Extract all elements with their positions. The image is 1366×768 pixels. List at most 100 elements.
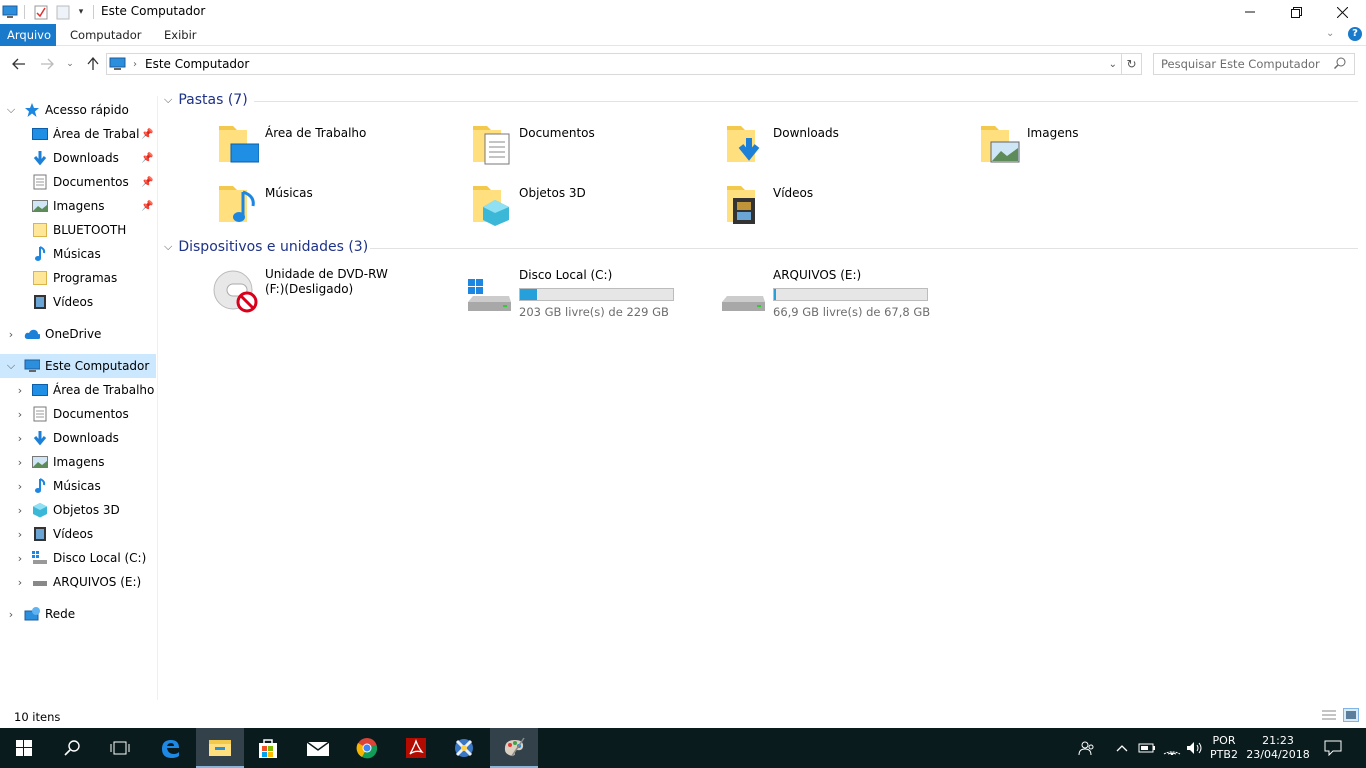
properties-icon[interactable]: [32, 3, 50, 21]
chevron-right-icon[interactable]: ›: [5, 328, 17, 341]
tab-arquivo[interactable]: Arquivo: [0, 24, 56, 46]
devices-group-header[interactable]: ⌵ Dispositivos e unidades (3): [164, 239, 368, 255]
restore-button[interactable]: [1273, 0, 1319, 24]
pin-icon[interactable]: 📌: [141, 153, 153, 164]
clock[interactable]: 21:23 23/04/2018: [1244, 728, 1312, 768]
drive-usage-fill: [774, 289, 776, 300]
task-view-icon[interactable]: [96, 728, 144, 768]
chevron-right-icon[interactable]: ›: [5, 608, 17, 621]
address-dropdown-icon[interactable]: ⌄: [1109, 59, 1117, 70]
chevron-down-icon[interactable]: ⌵: [164, 93, 172, 107]
nav-label: Objetos 3D: [53, 503, 120, 517]
help-icon[interactable]: ?: [1348, 27, 1362, 41]
forward-button[interactable]: [36, 52, 58, 76]
expand-ribbon-icon[interactable]: ⌄: [1326, 28, 1334, 39]
breadcrumb[interactable]: Este Computador: [145, 57, 249, 71]
refresh-button[interactable]: ↻: [1122, 53, 1142, 75]
nav-qa-bluetooth[interactable]: BLUETOOTH: [0, 218, 156, 242]
folder-tile-3d-objects[interactable]: Objetos 3D: [465, 180, 715, 236]
folders-group-header[interactable]: ⌵ Pastas (7): [164, 92, 248, 108]
chevron-right-icon[interactable]: ›: [14, 384, 26, 397]
chevron-right-icon[interactable]: ›: [14, 528, 26, 541]
device-tile-dvd[interactable]: Unidade de DVD-RW (F:)(Desligado): [211, 266, 461, 322]
nav-qa-programs[interactable]: Programas: [0, 266, 156, 290]
folder-tile-pictures[interactable]: Imagens: [973, 120, 1223, 176]
nav-qa-videos[interactable]: Vídeos: [0, 290, 156, 314]
chevron-right-icon[interactable]: ›: [14, 480, 26, 493]
nav-pc-desktop[interactable]: › Área de Trabalho: [0, 378, 156, 402]
chevron-right-icon[interactable]: ›: [14, 552, 26, 565]
nav-qa-desktop[interactable]: Área de Trabalho 📌: [0, 122, 156, 146]
start-button[interactable]: [0, 728, 48, 768]
nav-pc-local-disk[interactable]: › Disco Local (C:): [0, 546, 156, 570]
nav-qa-documents[interactable]: Documentos 📌: [0, 170, 156, 194]
close-button[interactable]: [1319, 0, 1365, 24]
pin-icon[interactable]: 📌: [141, 129, 153, 140]
downloads-folder-icon: [727, 126, 760, 162]
details-view-icon[interactable]: [1321, 709, 1337, 724]
search-icon[interactable]: [48, 728, 96, 768]
nav-pc-pictures[interactable]: › Imagens: [0, 450, 156, 474]
pin-icon[interactable]: 📌: [141, 177, 153, 188]
folder-tile-music[interactable]: Músicas: [211, 180, 461, 236]
drive-usage-fill: [520, 289, 538, 300]
tab-exibir[interactable]: Exibir: [157, 24, 204, 46]
minimize-button[interactable]: [1227, 0, 1273, 24]
pin-icon[interactable]: 📌: [141, 201, 153, 212]
documents-icon: [32, 406, 48, 422]
file-explorer-taskbar-icon[interactable]: [196, 728, 244, 768]
store-icon[interactable]: [244, 728, 292, 768]
chevron-down-icon[interactable]: ⌵: [5, 359, 17, 373]
mail-icon[interactable]: [294, 728, 342, 768]
chevron-right-icon[interactable]: ›: [14, 504, 26, 517]
chevron-right-icon[interactable]: ›: [14, 456, 26, 469]
nav-pc-videos[interactable]: › Vídeos: [0, 522, 156, 546]
address-bar[interactable]: › Este Computador ⌄: [106, 53, 1122, 75]
folder-tile-downloads[interactable]: Downloads: [719, 120, 969, 176]
customize-toolbar-icon[interactable]: ▾: [74, 3, 88, 21]
battery-icon[interactable]: [1137, 728, 1157, 768]
chevron-down-icon[interactable]: ⌵: [5, 103, 17, 117]
language-indicator[interactable]: POR PTB2: [1208, 728, 1240, 768]
tab-computador[interactable]: Computador: [63, 24, 148, 46]
device-tile-arquivos[interactable]: ARQUIVOS (E:) 66,9 GB livre(s) de 67,8 G…: [719, 266, 969, 322]
chevron-down-icon[interactable]: ⌵: [164, 240, 172, 254]
chevron-right-icon[interactable]: ›: [14, 432, 26, 445]
back-button[interactable]: [8, 52, 30, 76]
chevron-right-icon[interactable]: ›: [14, 576, 26, 589]
up-button[interactable]: [82, 52, 104, 76]
folder-tile-videos[interactable]: Vídeos: [719, 180, 969, 236]
wifi-icon[interactable]: [1162, 728, 1182, 768]
nav-pc-music[interactable]: › Músicas: [0, 474, 156, 498]
nav-qa-downloads[interactable]: Downloads 📌: [0, 146, 156, 170]
chevron-up-icon[interactable]: [1113, 728, 1131, 768]
chevron-right-icon[interactable]: ›: [14, 408, 26, 421]
chrome-icon[interactable]: [343, 728, 391, 768]
nav-qa-music[interactable]: Músicas: [0, 242, 156, 266]
nav-pc-documents[interactable]: › Documentos: [0, 402, 156, 426]
notifications-icon[interactable]: [1318, 728, 1348, 768]
folder-tile-documents[interactable]: Documentos: [465, 120, 715, 176]
new-folder-icon[interactable]: [54, 3, 72, 21]
paint-icon[interactable]: [490, 728, 538, 768]
nav-pc-arquivos[interactable]: › ARQUIVOS (E:): [0, 570, 156, 594]
recent-locations-button[interactable]: ⌄: [62, 52, 78, 76]
nav-this-pc[interactable]: ⌵ Este Computador: [0, 354, 156, 378]
nav-onedrive[interactable]: › OneDrive: [0, 322, 156, 346]
nav-pc-3d-objects[interactable]: › Objetos 3D: [0, 498, 156, 522]
nav-network[interactable]: › Rede: [0, 602, 156, 626]
app-globe-icon[interactable]: [440, 728, 488, 768]
acrobat-icon[interactable]: [392, 728, 440, 768]
nav-qa-pictures[interactable]: Imagens 📌: [0, 194, 156, 218]
edge-icon[interactable]: [146, 728, 194, 768]
nav-quick-access[interactable]: ⌵ Acesso rápido: [0, 98, 156, 122]
large-icons-view-icon[interactable]: [1343, 708, 1359, 722]
volume-icon[interactable]: [1185, 728, 1205, 768]
people-icon[interactable]: [1076, 728, 1098, 768]
folder-tile-desktop[interactable]: Área de Trabalho: [211, 120, 461, 176]
nav-pc-downloads[interactable]: › Downloads: [0, 426, 156, 450]
search-placeholder: Pesquisar Este Computador: [1161, 57, 1320, 71]
breadcrumb-chevron-icon[interactable]: ›: [133, 59, 137, 70]
search-input[interactable]: Pesquisar Este Computador: [1153, 53, 1355, 75]
device-tile-local-disk[interactable]: Disco Local (C:) 203 GB livre(s) de 229 …: [465, 266, 715, 322]
